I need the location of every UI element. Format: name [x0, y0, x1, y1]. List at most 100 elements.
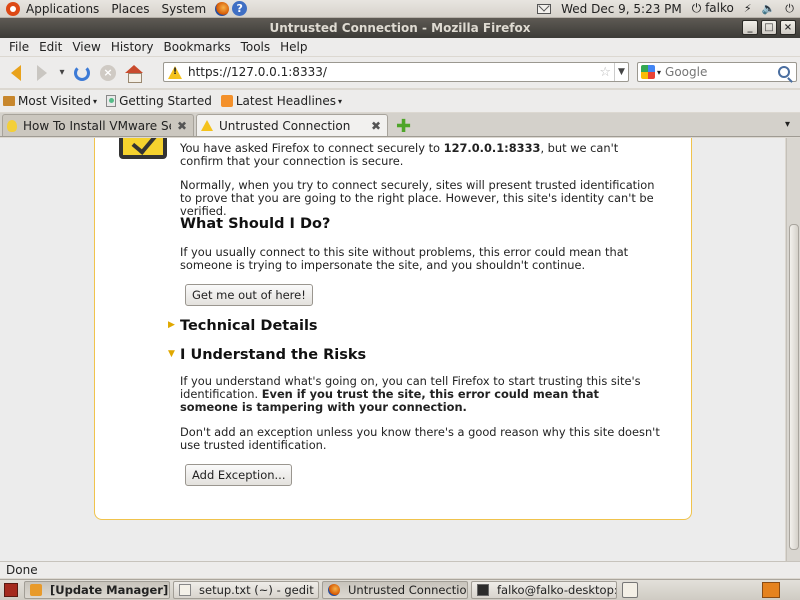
bookmark-getting-started[interactable]: Getting Started: [106, 94, 212, 108]
taskbar-terminal[interactable]: falko@falko-desktop:...: [471, 581, 617, 599]
impersonation-warning-text: If you usually connect to this site with…: [180, 245, 629, 272]
search-input[interactable]: [661, 65, 778, 79]
back-button[interactable]: [3, 60, 29, 86]
taskbar-label: [Update Manager]: [50, 583, 169, 597]
clock[interactable]: Wed Dec 9, 5:23 PM: [561, 2, 682, 16]
chevron-down-icon: ▾: [59, 67, 65, 78]
get-me-out-button[interactable]: Get me out of here!: [185, 284, 313, 306]
bookmarks-toolbar: Most Visited ▾ Getting Started Latest Hea…: [0, 90, 800, 112]
system-menu[interactable]: System: [155, 0, 212, 18]
add-exception-button[interactable]: Add Exception...: [185, 464, 293, 486]
close-button[interactable]: ×: [780, 20, 796, 35]
site-identity-warning-icon[interactable]: [168, 65, 182, 79]
bookmark-star-icon[interactable]: ☆: [599, 65, 611, 80]
taskbar-update-manager[interactable]: [Update Manager]: [24, 581, 170, 599]
url-bar[interactable]: https://127.0.0.1:8333/ ☆ ▼: [163, 62, 629, 82]
search-bar[interactable]: ▾: [637, 62, 797, 82]
bookmark-most-visited[interactable]: Most Visited ▾: [3, 94, 97, 108]
new-tab-icon[interactable]: ✚: [396, 118, 411, 136]
close-tab-icon[interactable]: ✖: [371, 119, 381, 133]
forward-button[interactable]: [29, 60, 55, 86]
menu-help[interactable]: Help: [275, 40, 312, 54]
tab-bar: How To Install VMware Ser... ✖ Untrusted…: [0, 113, 800, 137]
tab-label: How To Install VMware Ser...: [23, 118, 171, 133]
minimize-button[interactable]: _: [742, 20, 758, 35]
menu-tools[interactable]: Tools: [236, 40, 276, 54]
tab-list-chevron-icon[interactable]: ▾: [785, 119, 790, 130]
google-engine-icon[interactable]: [641, 65, 655, 79]
power-icon[interactable]: ⏻: [785, 2, 794, 16]
trash-icon[interactable]: [622, 582, 638, 598]
taskbar-label: Untrusted Connectio...: [348, 583, 468, 597]
error-box: You have asked Firefox to connect secure…: [94, 138, 692, 520]
taskbar-label: falko@falko-desktop:...: [497, 583, 617, 597]
applications-menu[interactable]: Applications: [0, 0, 105, 18]
system-menu-label: System: [161, 1, 207, 16]
menu-view[interactable]: View: [67, 40, 105, 54]
places-menu[interactable]: Places: [105, 0, 155, 18]
what-should-i-do-heading: What Should I Do?: [180, 216, 331, 232]
places-menu-label: Places: [111, 1, 150, 16]
scrollbar-thumb[interactable]: [789, 224, 799, 550]
url-history-dropdown[interactable]: ▼: [614, 63, 628, 81]
help-launcher-icon[interactable]: ?: [232, 1, 248, 16]
close-tab-icon[interactable]: ✖: [177, 119, 187, 133]
tab-label: Untrusted Connection: [219, 118, 351, 133]
menu-history[interactable]: History: [106, 40, 159, 54]
show-desktop-icon[interactable]: [4, 583, 18, 597]
vertical-scrollbar[interactable]: [786, 138, 800, 561]
untrusted-certificate-icon: [119, 138, 167, 159]
workspace-switcher-icon[interactable]: [762, 582, 780, 598]
intro-text: You have asked Firefox to connect secure…: [180, 142, 660, 168]
update-manager-icon: [30, 584, 42, 596]
warning-favicon-icon: [201, 120, 213, 131]
top-panel: Applications Places System ? Wed Dec 9, …: [0, 0, 800, 18]
tab-untrusted-connection[interactable]: Untrusted Connection ✖: [196, 114, 388, 136]
gedit-icon: [179, 584, 191, 596]
firefox-icon: [328, 584, 340, 596]
understand-risks-heading[interactable]: I Understand the Risks: [180, 347, 366, 363]
ubuntu-logo-icon: [6, 1, 20, 16]
bookmark-label: Getting Started: [119, 94, 212, 108]
firefox-launcher-icon[interactable]: [215, 1, 230, 16]
window-title: Untrusted Connection - Mozilla Firefox: [269, 21, 531, 35]
volume-icon[interactable]: 🔈: [762, 2, 776, 15]
tab-vmware[interactable]: How To Install VMware Ser... ✖: [2, 114, 194, 136]
risks-expander-icon[interactable]: ▼: [168, 349, 175, 359]
chevron-down-icon: ▾: [93, 96, 98, 106]
network-icon[interactable]: ⚡: [744, 2, 752, 15]
page-icon: [106, 95, 117, 107]
technical-details-expander-icon[interactable]: ▶: [168, 320, 175, 330]
menu-edit[interactable]: Edit: [34, 40, 67, 54]
menubar: File Edit View History Bookmarks Tools H…: [0, 38, 800, 56]
home-button[interactable]: [121, 60, 147, 86]
status-text: Done: [6, 563, 38, 577]
bottom-panel: [Update Manager] setup.txt (~) - gedit U…: [0, 579, 800, 600]
history-dropdown-button[interactable]: ▾: [55, 60, 69, 86]
menu-file[interactable]: File: [4, 40, 34, 54]
chevron-down-icon: ▾: [338, 96, 343, 106]
host-address: 127.0.0.1:8333: [443, 141, 541, 155]
taskbar-label: setup.txt (~) - gedit: [199, 583, 314, 597]
intro-text-start: You have asked Firefox to connect secure…: [180, 141, 444, 155]
mail-icon[interactable]: [537, 3, 552, 14]
menu-bookmarks[interactable]: Bookmarks: [159, 40, 236, 54]
taskbar-firefox[interactable]: Untrusted Connectio...: [322, 581, 468, 599]
terminal-icon: [477, 584, 489, 596]
exception-advice-text: Don't add an exception unless you know t…: [180, 425, 660, 452]
user-switcher[interactable]: ⏻ falko: [692, 1, 734, 16]
url-text[interactable]: https://127.0.0.1:8333/: [188, 65, 599, 79]
reload-button[interactable]: [69, 60, 95, 86]
technical-details-heading[interactable]: Technical Details: [180, 318, 318, 334]
bookmark-latest-headlines[interactable]: Latest Headlines ▾: [220, 94, 343, 108]
taskbar-gedit[interactable]: setup.txt (~) - gedit: [173, 581, 319, 599]
bookmark-label: Most Visited: [18, 94, 92, 108]
back-arrow-icon: [11, 64, 21, 81]
rss-feed-icon: [220, 95, 233, 107]
stop-button[interactable]: ×: [95, 60, 121, 86]
search-icon[interactable]: [778, 66, 790, 78]
window-titlebar[interactable]: Untrusted Connection - Mozilla Firefox _…: [0, 18, 800, 38]
risks-text: If you understand what's going on, you c…: [180, 375, 660, 414]
forward-arrow-icon: [37, 64, 47, 81]
maximize-button[interactable]: □: [761, 20, 777, 35]
